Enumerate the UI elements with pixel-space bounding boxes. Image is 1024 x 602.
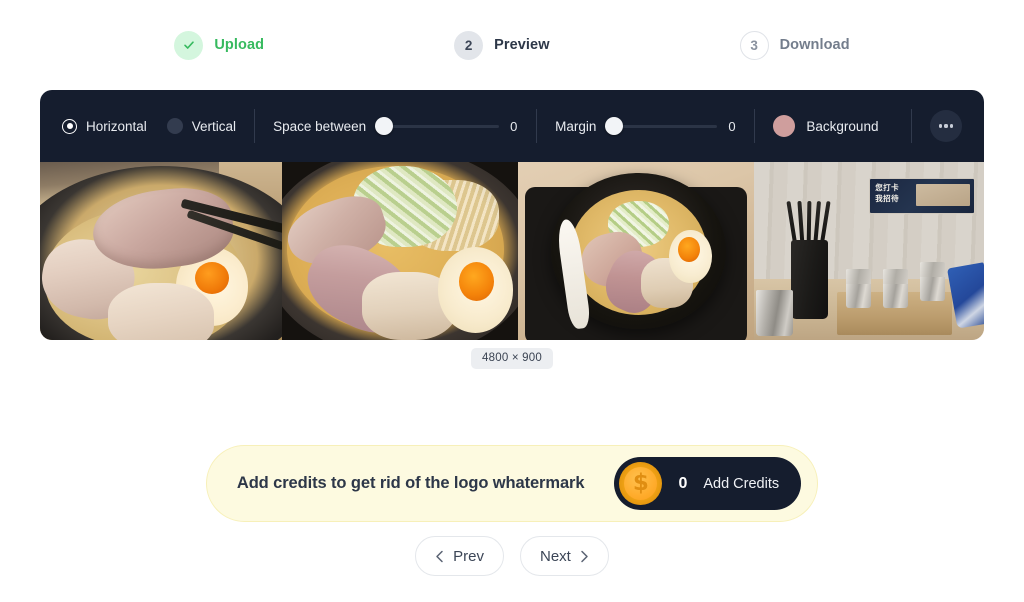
preview-image-3[interactable] bbox=[518, 162, 754, 340]
prev-button[interactable]: Prev bbox=[415, 536, 504, 576]
image-strip: 您打卡 我招待 bbox=[40, 162, 984, 340]
next-label: Next bbox=[540, 547, 571, 565]
step-preview-label: Preview bbox=[494, 37, 550, 53]
editor-toolbar: Horizontal Vertical Space between 0 Marg… bbox=[40, 90, 984, 162]
credits-banner: Add credits to get rid of the logo whate… bbox=[205, 445, 819, 522]
more-options-icon bbox=[950, 124, 954, 128]
step-download-label: Download bbox=[779, 37, 850, 53]
add-credits-button[interactable]: $ 0 Add Credits bbox=[614, 457, 802, 510]
toolbar-divider bbox=[911, 109, 912, 143]
toolbar-divider bbox=[536, 109, 538, 143]
orientation-group: Horizontal Vertical bbox=[62, 90, 236, 162]
more-options-icon bbox=[944, 124, 948, 128]
sign-text: 您打卡 我招待 bbox=[875, 183, 900, 203]
preview-image-4[interactable]: 您打卡 我招待 bbox=[754, 162, 984, 340]
radio-selected-icon bbox=[62, 118, 77, 134]
space-between-control: Space between 0 bbox=[273, 117, 518, 135]
preview-image-2[interactable] bbox=[282, 162, 518, 340]
credits-banner-message: Add credits to get rid of the logo whate… bbox=[236, 474, 585, 492]
coin-icon: $ bbox=[619, 462, 663, 505]
margin-value: 0 bbox=[728, 118, 736, 134]
wizard-stepper: Upload 2 Preview 3 Download bbox=[0, 0, 1024, 60]
margin-control: Margin 0 bbox=[555, 117, 736, 135]
margin-label: Margin bbox=[555, 118, 597, 134]
step-upload[interactable]: Upload bbox=[174, 30, 265, 60]
more-options-button[interactable] bbox=[930, 110, 962, 142]
check-icon bbox=[184, 41, 194, 49]
margin-knob[interactable] bbox=[605, 117, 624, 135]
preview-image-1[interactable] bbox=[40, 162, 282, 340]
background-color-swatch[interactable] bbox=[773, 115, 796, 137]
margin-track bbox=[607, 124, 718, 128]
editor-panel: Horizontal Vertical Space between 0 Marg… bbox=[40, 90, 984, 369]
step-upload-label: Upload bbox=[214, 37, 265, 53]
next-button[interactable]: Next bbox=[520, 536, 609, 576]
margin-slider[interactable] bbox=[605, 117, 718, 135]
step-download-badge: 3 bbox=[739, 30, 769, 60]
storefront-sign: 您打卡 我招待 bbox=[869, 178, 975, 214]
wizard-navigation: Prev Next bbox=[0, 536, 1024, 576]
dimensions-row: 4800 × 900 bbox=[40, 348, 984, 369]
orientation-horizontal[interactable]: Horizontal bbox=[62, 118, 147, 134]
background-control[interactable]: Background bbox=[773, 115, 878, 137]
dollar-sign-icon: $ bbox=[632, 470, 649, 496]
space-between-track bbox=[377, 124, 500, 128]
credit-balance: 0 bbox=[678, 474, 688, 492]
add-credits-label: Add Credits bbox=[703, 475, 780, 492]
orientation-vertical-label: Vertical bbox=[191, 118, 237, 134]
step-preview[interactable]: 2 Preview bbox=[454, 30, 550, 60]
prev-label: Prev bbox=[453, 547, 484, 565]
step-upload-badge bbox=[174, 30, 204, 60]
chevron-left-icon bbox=[436, 550, 443, 562]
toolbar-divider bbox=[254, 109, 256, 143]
step-preview-badge: 2 bbox=[454, 30, 484, 60]
space-between-slider[interactable] bbox=[375, 117, 500, 135]
radio-unselected-icon bbox=[166, 118, 183, 134]
orientation-vertical[interactable]: Vertical bbox=[166, 118, 237, 134]
chevron-right-icon bbox=[581, 550, 588, 562]
background-label: Background bbox=[806, 118, 879, 134]
space-between-label: Space between bbox=[273, 118, 367, 134]
space-between-knob[interactable] bbox=[375, 117, 394, 135]
orientation-horizontal-label: Horizontal bbox=[86, 118, 147, 134]
toolbar-divider bbox=[754, 109, 756, 143]
more-options-icon bbox=[938, 124, 942, 128]
space-between-value: 0 bbox=[510, 118, 518, 134]
step-download[interactable]: 3 Download bbox=[739, 30, 850, 60]
output-dimensions-badge: 4800 × 900 bbox=[471, 348, 553, 369]
credits-banner-row: Add credits to get rid of the logo whate… bbox=[0, 445, 1024, 522]
